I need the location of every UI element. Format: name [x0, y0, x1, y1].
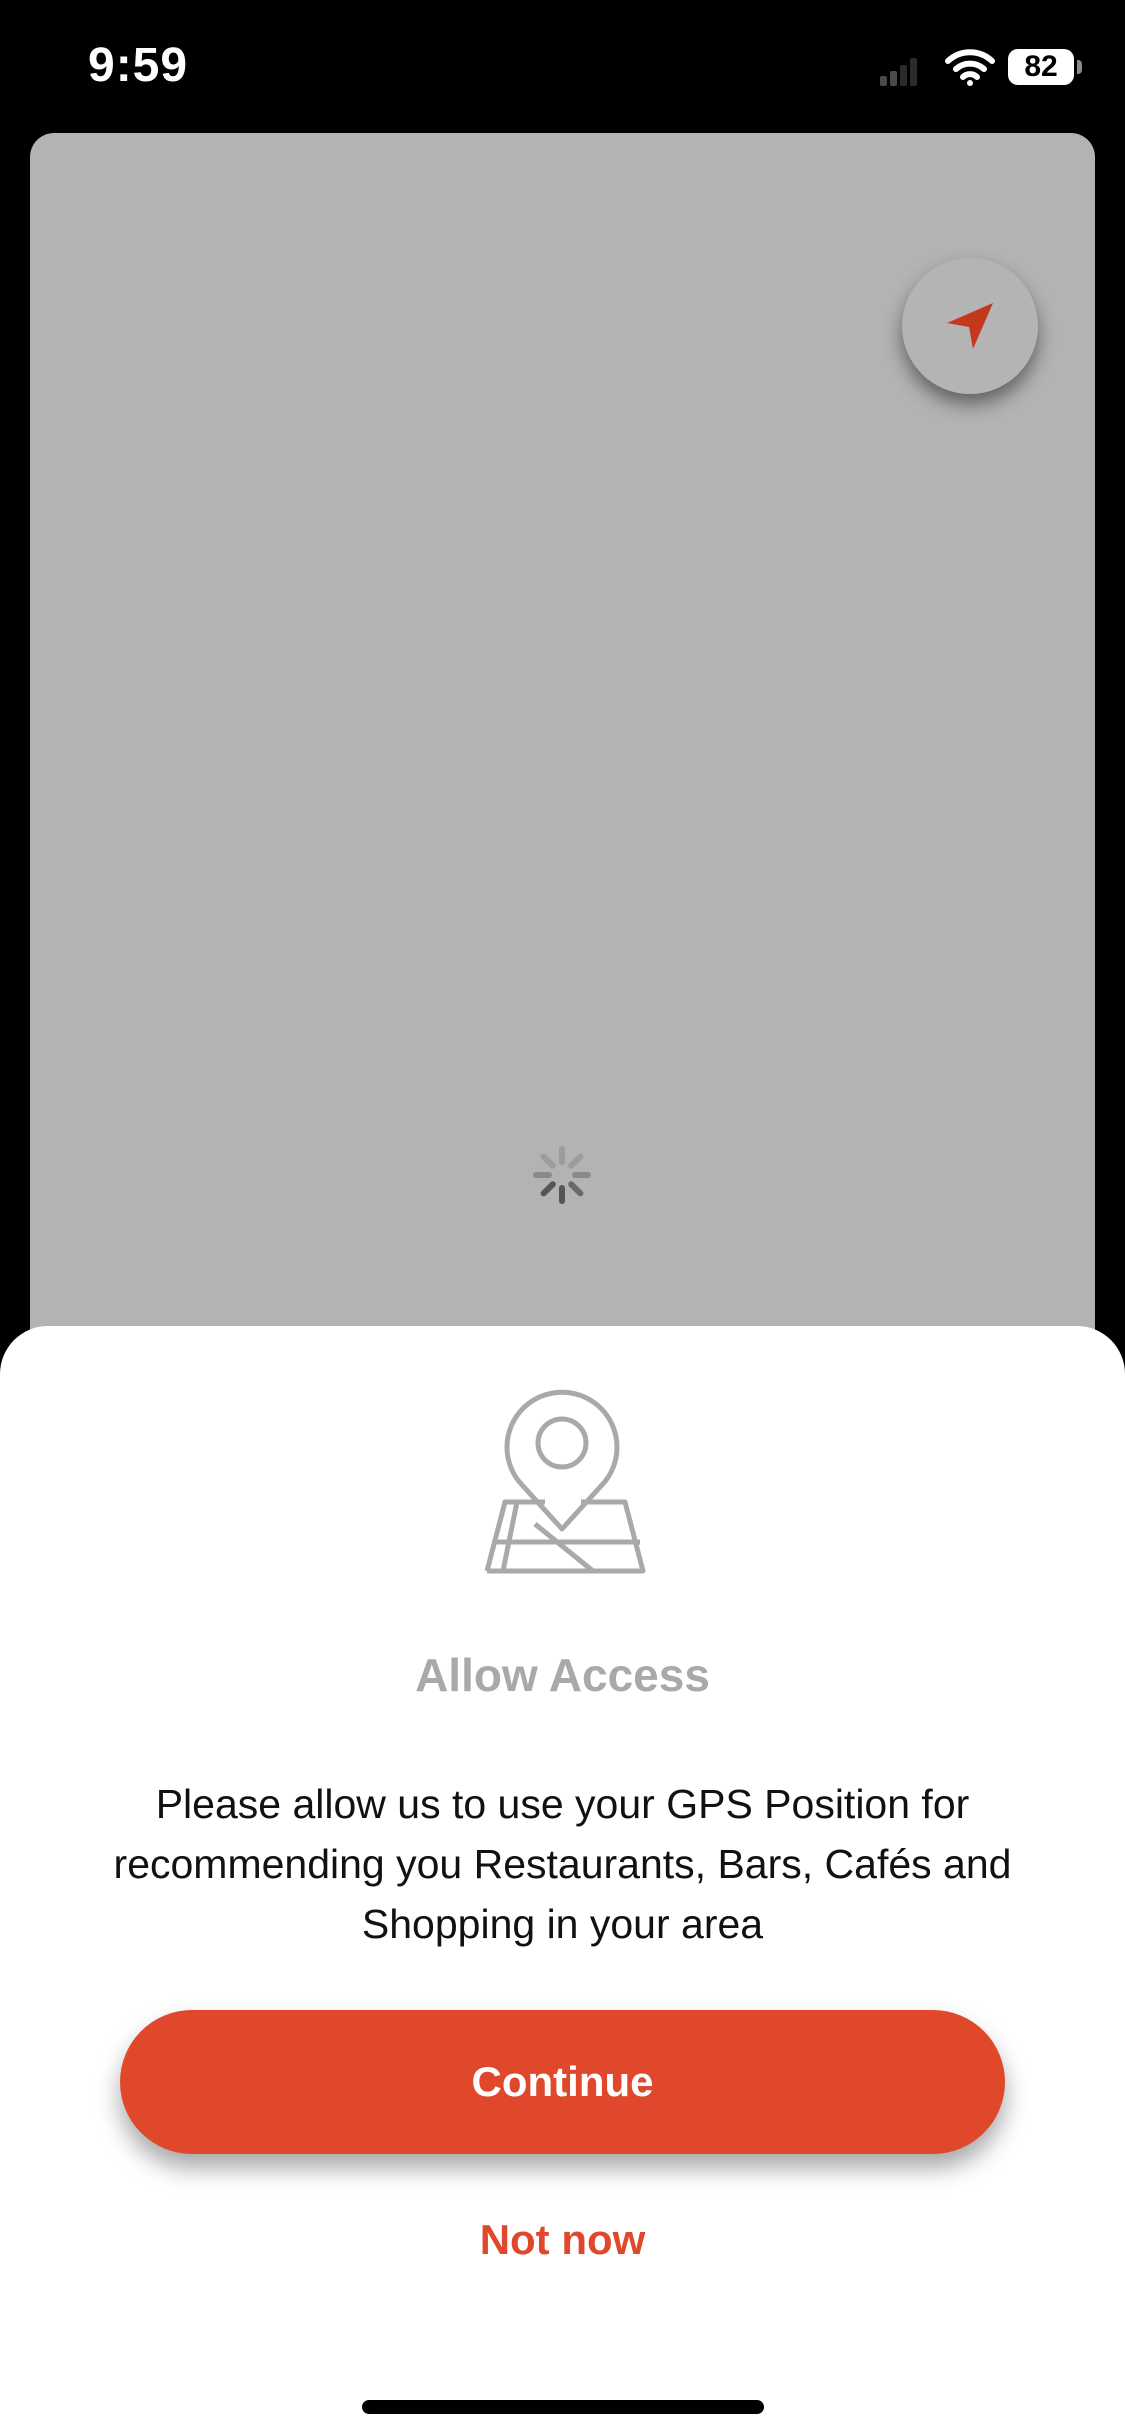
battery-nub	[1077, 60, 1082, 74]
signal-icon	[880, 58, 917, 86]
home-indicator[interactable]	[362, 2400, 764, 2414]
status-bar: 9:59 82	[0, 0, 1125, 130]
map-pin-icon	[484, 1389, 646, 1574]
loading-spinner-icon	[533, 1146, 591, 1204]
not-now-button[interactable]: Not now	[0, 2216, 1125, 2264]
sheet-message: Please allow us to use your GPS Position…	[113, 1781, 1012, 1947]
navigation-arrow-icon	[947, 303, 993, 349]
continue-button[interactable]: Continue	[120, 2010, 1005, 2154]
screen: 9:59 82 Allow Access Please allow us to …	[0, 0, 1125, 2436]
status-time: 9:59	[88, 39, 189, 92]
battery-level: 82	[1024, 50, 1058, 83]
battery-icon: 82	[1008, 49, 1074, 85]
wifi-icon	[945, 49, 995, 86]
locate-me-button[interactable]	[902, 258, 1038, 394]
sheet-title: Allow Access	[415, 1649, 710, 1701]
location-permission-sheet: Allow Access Please allow us to use your…	[0, 1326, 1125, 2436]
